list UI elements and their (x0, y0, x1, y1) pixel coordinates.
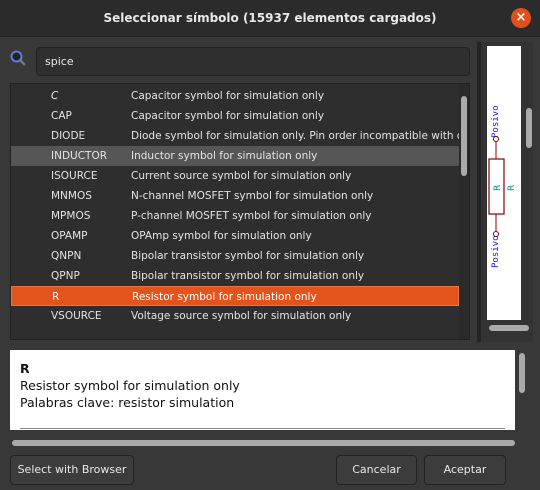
search-input[interactable]: spice (36, 47, 470, 76)
list-row[interactable]: C Capacitor symbol for simulation only (11, 86, 459, 106)
details-keywords: Palabras clave: resistor simulation (20, 395, 235, 410)
symbol-description: Capacitor symbol for simulation only (131, 110, 325, 122)
symbol-details: R Resistor symbol for simulation only Pa… (10, 350, 515, 430)
list-row[interactable]: INDUCTOR Inductor symbol for simulation o… (11, 146, 459, 166)
symbol-description: Inductor symbol for simulation only (131, 150, 318, 162)
symbol-description: Voltage source symbol for simulation onl… (131, 310, 352, 322)
divider (20, 428, 505, 429)
symbol-name: VSOURCE (51, 310, 102, 322)
list-row[interactable]: R Resistor symbol for simulation only (11, 286, 459, 306)
select-with-browser-button[interactable]: Select with Browser (10, 455, 134, 485)
close-button[interactable]: × (511, 8, 531, 28)
details-vscroll[interactable] (519, 353, 525, 393)
details-description: Resistor symbol for simulation only (20, 378, 240, 393)
ok-button[interactable]: Aceptar (424, 455, 506, 485)
symbol-name: C (51, 90, 59, 102)
pin-label-top: Posivo (491, 105, 501, 138)
symbol-preview: Posivo R R Posivo (477, 42, 533, 342)
symbol-name: DIODE (51, 130, 86, 142)
symbol-description: Bipolar transistor symbol for simulation… (131, 270, 365, 282)
resistor-symbol: Posivo R R Posivo (488, 105, 517, 268)
title-bar: Seleccionar símbolo (15937 elementos car… (0, 0, 540, 37)
symbol-name: CAP (51, 110, 72, 122)
symbol-name: MPMOS (51, 210, 91, 222)
symbol-description: Bipolar transistor symbol for simulation… (131, 250, 365, 262)
symbol-description: N-channel MOSFET symbol for simulation o… (131, 190, 374, 202)
list-row[interactable]: MPMOS P-channel MOSFET symbol for simulat… (11, 206, 459, 226)
pin-label-bottom: Posivo (491, 235, 501, 268)
preview-vscroll[interactable] (526, 108, 532, 148)
list-scrollbar[interactable] (459, 84, 469, 339)
search-icon (10, 50, 26, 66)
close-icon: × (515, 10, 527, 25)
symbol-list[interactable]: C Capacitor symbol for simulation only CAP… (10, 83, 470, 340)
symbol-name: ISOURCE (51, 170, 98, 182)
ref-label: R (493, 185, 503, 191)
value-label: R (507, 185, 517, 191)
symbol-name: INDUCTOR (51, 150, 108, 162)
symbol-description: Current source symbol for simulation onl… (131, 170, 352, 182)
cancel-button[interactable]: Cancelar (336, 455, 417, 485)
details-name: R (20, 361, 30, 376)
list-row[interactable]: CAP Capacitor symbol for simulation only (11, 106, 459, 126)
details-hscroll[interactable] (12, 440, 515, 446)
preview-canvas: Posivo R R Posivo (487, 46, 521, 320)
symbol-name: MNMOS (51, 190, 92, 202)
list-row[interactable]: MNMOS N-channel MOSFET symbol for simulat… (11, 186, 459, 206)
symbol-description: Capacitor symbol for simulation only (131, 90, 325, 102)
symbol-name: QPNP (51, 270, 80, 282)
symbol-name: QNPN (51, 250, 82, 262)
symbol-description: P-channel MOSFET symbol for simulation o… (131, 210, 372, 222)
symbol-description: Resistor symbol for simulation only (132, 291, 317, 303)
list-row[interactable]: DIODE Diode symbol for simulation only. P… (11, 126, 459, 146)
symbol-description: Diode symbol for simulation only. Pin or… (131, 130, 459, 142)
list-row[interactable]: OPAMP OPAmp symbol for simulation only (11, 226, 459, 246)
list-row[interactable]: QNPN Bipolar transistor symbol for simula… (11, 246, 459, 266)
dialog-title: Seleccionar símbolo (15937 elementos car… (103, 11, 437, 25)
symbol-name: R (52, 291, 60, 303)
list-row[interactable]: VSOURCE Voltage source symbol for simulat… (11, 306, 459, 326)
symbol-name: OPAMP (51, 230, 88, 242)
preview-hscroll[interactable] (489, 325, 529, 331)
list-row[interactable]: QPNP Bipolar transistor symbol for simula… (11, 266, 459, 286)
symbol-description: OPAmp symbol for simulation only (131, 230, 312, 242)
list-row[interactable]: ISOURCE Current source symbol for simulat… (11, 166, 459, 186)
